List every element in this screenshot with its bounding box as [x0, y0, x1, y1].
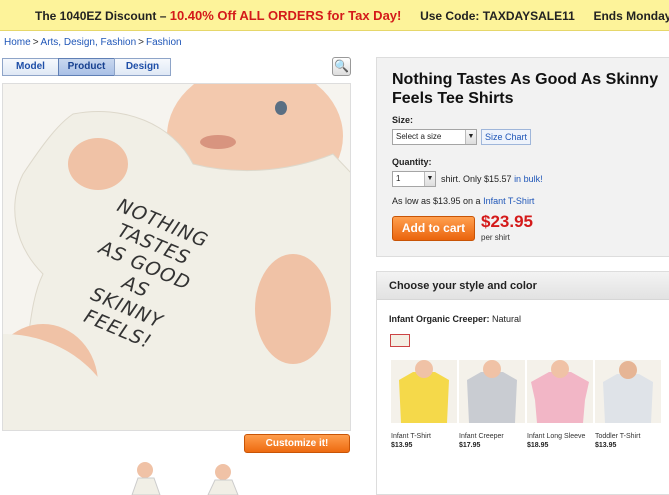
- tab-design[interactable]: Design: [114, 58, 171, 76]
- color-swatch-natural[interactable]: [390, 334, 410, 347]
- style-thumbnail: [391, 360, 457, 423]
- breadcrumb-arts-design-fashion[interactable]: Arts, Design, Fashion: [41, 37, 137, 48]
- quantity-select[interactable]: 1 ▼: [392, 171, 436, 187]
- style-price: $18.95: [527, 442, 549, 449]
- style-options: Infant T-Shirt $13.95 Infant Creeper $17…: [391, 360, 663, 450]
- bulk-link[interactable]: in bulk!: [514, 174, 543, 184]
- breadcrumb-fashion[interactable]: Fashion: [146, 37, 182, 48]
- promo-offer: 10.40% Off ALL ORDERS for Tax Day!: [169, 8, 402, 23]
- tab-product[interactable]: Product: [58, 58, 115, 76]
- style-picker-heading: Choose your style and color: [377, 272, 669, 300]
- breadcrumb: Home > Arts, Design, Fashion > Fashion: [4, 37, 182, 48]
- style-name: Infant Long Sleeve: [527, 433, 586, 440]
- customize-button[interactable]: Customize it!: [244, 434, 350, 453]
- product-title: Nothing Tastes As Good As Skinny Feels T…: [392, 71, 659, 107]
- size-select-value: Select a size: [396, 132, 442, 141]
- size-chart-button[interactable]: Size Chart: [481, 129, 532, 145]
- style-name: Infant T-Shirt: [391, 433, 431, 440]
- promo-code: Use Code: TAXDAYSALE11: [420, 9, 575, 23]
- style-option[interactable]: Infant Long Sleeve $18.95: [527, 360, 595, 450]
- style-picker: Choose your style and color Infant Organ…: [376, 271, 669, 495]
- selected-style: Infant Organic Creeper: Natural: [389, 314, 522, 324]
- style-thumbnail: [595, 360, 661, 423]
- style-price: $17.95: [459, 442, 481, 449]
- style-name: Infant Creeper: [459, 433, 504, 440]
- style-thumbnail: [459, 360, 525, 423]
- style-option[interactable]: Toddler T-Shirt $13.95: [595, 360, 663, 450]
- photo-thumbnails[interactable]: [120, 458, 250, 495]
- promo-lead: The 1040EZ Discount –: [35, 9, 167, 23]
- promo-ends: Ends Monday: [593, 9, 669, 23]
- bulk-pricing: shirt. Only $15.57 in bulk!: [441, 174, 543, 184]
- infant-tshirt-link[interactable]: Infant T-Shirt: [483, 196, 534, 206]
- as-low-as: As low as $13.95 on a Infant T-Shirt: [392, 196, 535, 206]
- purchase-panel: Nothing Tastes As Good As Skinny Feels T…: [376, 57, 669, 257]
- style-thumbnail: [527, 360, 593, 423]
- zoom-icon[interactable]: 🔍: [332, 57, 351, 76]
- style-price: $13.95: [595, 442, 617, 449]
- tab-model[interactable]: Model: [2, 58, 59, 76]
- per-shirt-label: per shirt: [481, 233, 510, 242]
- quantity-select-value: 1: [396, 174, 401, 183]
- style-option[interactable]: Infant Creeper $17.95: [459, 360, 527, 450]
- add-to-cart-button[interactable]: Add to cart: [392, 216, 475, 241]
- size-select[interactable]: Select a size ▼: [392, 129, 477, 145]
- promo-banner[interactable]: The 1040EZ Discount – 10.40% Off ALL ORD…: [0, 0, 669, 31]
- price: $23.95: [481, 212, 533, 231]
- style-name: Toddler T-Shirt: [595, 433, 641, 440]
- style-price: $13.95: [391, 442, 413, 449]
- style-option[interactable]: Infant T-Shirt $13.95: [391, 360, 459, 450]
- chevron-down-icon: ▼: [424, 172, 435, 186]
- selected-color: Natural: [492, 314, 522, 324]
- chevron-down-icon: ▼: [465, 130, 476, 144]
- product-photo: NOTHING TASTES AS GOOD AS SKINNY FEELS!: [2, 83, 351, 431]
- breadcrumb-home[interactable]: Home: [4, 37, 31, 48]
- size-label: Size:: [392, 115, 414, 125]
- quantity-label: Quantity:: [392, 157, 432, 167]
- view-tabs: Model Product Design: [2, 58, 171, 76]
